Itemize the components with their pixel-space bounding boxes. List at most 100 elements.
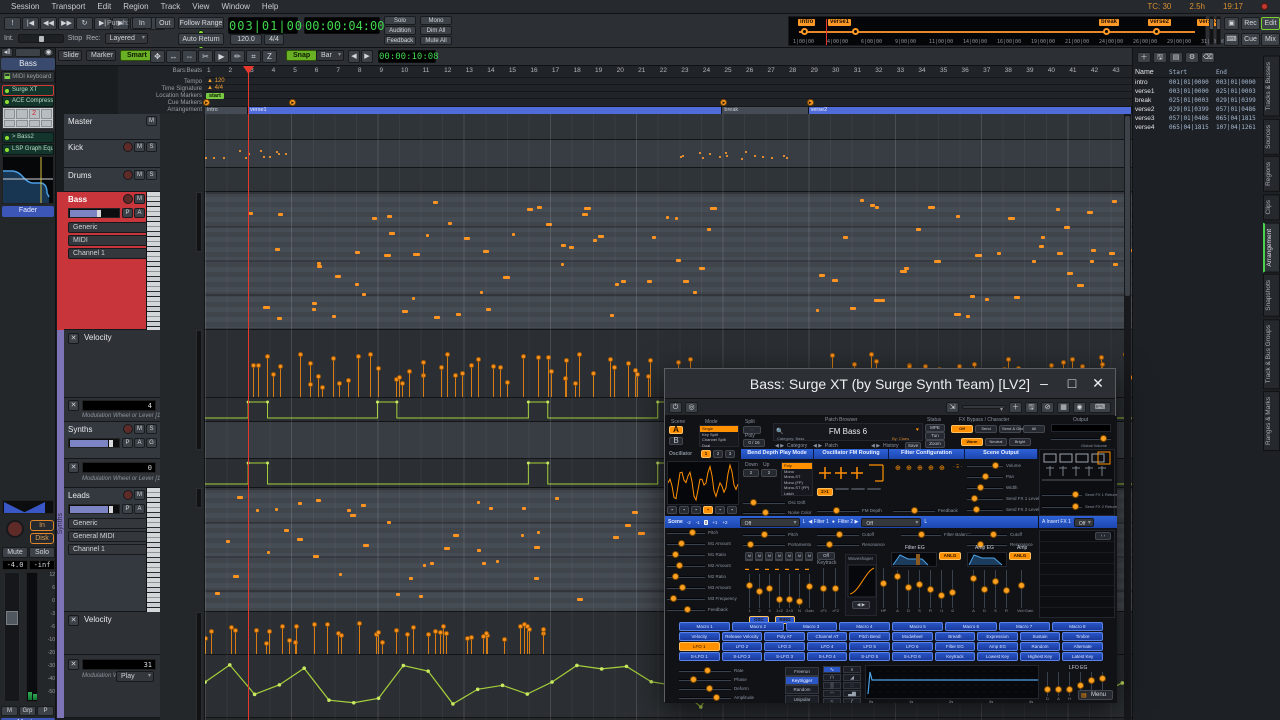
ruler-label-markers[interactable]: Location Markers (118, 93, 202, 99)
tool-button-7[interactable]: Z (262, 50, 277, 63)
velocity-lollipop[interactable] (612, 365, 617, 370)
punch-out-button[interactable]: Out (155, 17, 175, 29)
midi-note[interactable] (267, 551, 270, 554)
surge-slider-volume[interactable]: Volume (967, 461, 1037, 471)
ruler-rows[interactable]: 1234567891011121314151617181920212223242… (205, 66, 1132, 114)
surge-chip-neutral[interactable]: Neutral (985, 438, 1007, 446)
velocity-stem[interactable] (348, 381, 349, 397)
velocity-stem[interactable] (467, 639, 468, 654)
velocity-lollipop[interactable] (476, 357, 481, 362)
velocity-stem[interactable] (428, 635, 429, 654)
midi-note[interactable] (477, 501, 480, 504)
surge-mode-box[interactable]: SingleKey SplitChannel SplitDual (699, 425, 739, 447)
midi-note[interactable] (647, 280, 652, 283)
midi-note[interactable] (233, 575, 239, 578)
menu-item-5[interactable]: View (187, 2, 214, 11)
velocity-lollipop[interactable] (325, 622, 330, 627)
velocity-lollipop[interactable] (278, 364, 283, 369)
velocity-stem[interactable] (529, 630, 530, 654)
midi-note[interactable] (477, 549, 481, 552)
velocity-lollipop[interactable] (267, 629, 272, 634)
velocity-lollipop[interactable] (339, 633, 344, 638)
velocity-stem[interactable] (376, 635, 377, 654)
bass-velocity-hide-button[interactable]: ✕ (68, 333, 79, 344)
transport-button-1[interactable]: |◀ (22, 17, 39, 30)
minimap-marker[interactable] (801, 28, 808, 35)
surge-mod-s-lfo-4[interactable]: S-LFO 4 (807, 652, 848, 661)
surge-slider-pan[interactable]: Pan (967, 472, 1037, 482)
fx-slot[interactable] (1040, 597, 1114, 608)
bass-device-dropdown[interactable]: Generic (68, 222, 156, 233)
midi-note[interactable] (916, 228, 921, 231)
midi-note[interactable] (226, 540, 231, 543)
midi-note[interactable] (652, 236, 655, 239)
midi-note[interactable] (638, 532, 645, 535)
sidebar-tab-track-bus-groups[interactable]: Track & Bus Groups (1263, 319, 1280, 389)
tool-button-2[interactable]: ⇔ (182, 50, 197, 63)
velocity-lollipop[interactable] (460, 371, 465, 376)
ruler-label-bars[interactable]: Bars:Beats (118, 68, 202, 74)
velocity-stem[interactable] (423, 363, 424, 397)
strip-collapse-icon[interactable]: ◂‖ (1, 48, 13, 57)
midi-note[interactable] (985, 298, 989, 301)
velocity-stem[interactable] (231, 628, 232, 654)
surge-filter2-type-dropdown[interactable]: Off (861, 518, 921, 527)
ruler-label-cues[interactable]: Cue Markers (118, 100, 202, 106)
velocity-stem[interactable] (205, 639, 206, 654)
velocity-stem[interactable] (462, 374, 463, 397)
pan-widget[interactable] (2, 500, 54, 514)
velocity-lollipop[interactable] (874, 359, 879, 364)
velocity-lollipop[interactable] (308, 382, 313, 387)
surge-vslider-2×3[interactable] (785, 574, 794, 608)
midi-note[interactable] (362, 293, 365, 296)
surge-chip-[interactable] (765, 559, 773, 561)
velocity-lollipop[interactable] (331, 356, 336, 361)
surge-slider-portamento[interactable]: Portamento (743, 540, 811, 550)
lane-header-bass-mod[interactable]: ✕ 4 Modulation Wheel or Lever [1] (64, 398, 160, 422)
velocity-stem[interactable] (289, 641, 290, 654)
surge-mod-pitch-bend[interactable]: Pitch Bend (849, 632, 890, 641)
surge-vslider-HP[interactable] (879, 568, 888, 608)
primary-clock[interactable]: 003|01|0000 (228, 17, 298, 34)
surge-chip-2-1[interactable]: 2>1 (817, 488, 833, 496)
velocity-stem[interactable] (341, 636, 342, 654)
surge-mod-macro-6[interactable]: Macro 6 (945, 622, 996, 631)
velocity-lollipop[interactable] (316, 374, 321, 379)
velocity-stem[interactable] (269, 632, 270, 654)
filter-config-icon[interactable]: ⊕ (906, 464, 912, 472)
midi-note[interactable] (819, 274, 825, 277)
mini-fader-1[interactable] (1209, 16, 1214, 45)
surge-vslider-D[interactable] (1043, 672, 1052, 696)
transport-button-2[interactable]: ◀◀ (40, 17, 57, 30)
section-row[interactable]: verse4065|04|1815107|04|1261 (1135, 123, 1263, 132)
midi-note[interactable] (1064, 226, 1070, 229)
sidebar-tab-tracks-busses[interactable]: Tracks & Busses (1263, 56, 1280, 117)
surge-unipolar-button[interactable]: Unipolar (785, 695, 819, 703)
surge-chip-3[interactable]: 3 (725, 450, 735, 458)
surge-mod-lfo-3[interactable]: LFO 3 (764, 642, 805, 651)
midi-note[interactable] (512, 233, 515, 236)
velocity-stem[interactable] (566, 361, 567, 397)
midi-note[interactable] (482, 562, 485, 565)
fader-handle[interactable] (6, 611, 18, 625)
velocity-stem[interactable] (471, 366, 472, 397)
lfo-shape-0[interactable]: ∿ (823, 666, 841, 673)
surge-chip-off[interactable]: Off (951, 425, 973, 433)
leads-piano-scroomer[interactable] (146, 488, 160, 612)
cue-marker[interactable]: ▸ (289, 99, 296, 106)
velocity-lollipop[interactable] (608, 357, 613, 362)
lane-master[interactable] (205, 114, 1132, 140)
velocity-lollipop[interactable] (469, 363, 474, 368)
velocity-stem[interactable] (650, 361, 651, 397)
surge-mod-channel-at[interactable]: Channel AT (807, 632, 848, 641)
midi-note[interactable] (522, 507, 526, 510)
lane-header-synth-mod[interactable]: ✕ 0 Modulation Wheel or Lever [1] (64, 459, 160, 488)
surge-mod-lfo-4[interactable]: LFO 4 (807, 642, 848, 651)
midi-note[interactable] (249, 212, 253, 215)
surge-vslider-1[interactable] (745, 574, 754, 608)
midi-note[interactable] (1056, 208, 1059, 211)
midi-note[interactable] (355, 283, 358, 286)
lfo-shape-9[interactable]: ƒ (843, 698, 861, 703)
velocity-lollipop[interactable] (465, 636, 470, 641)
surge-chip-send[interactable]: Send (975, 425, 997, 433)
